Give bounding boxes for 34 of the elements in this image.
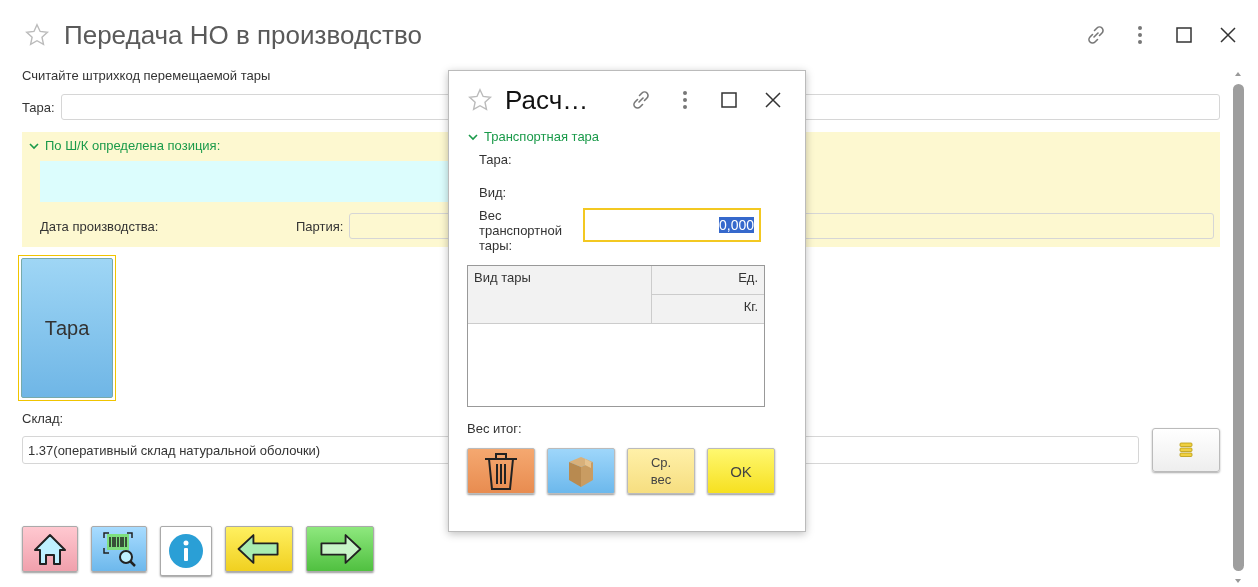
info-icon — [166, 531, 206, 571]
scrollbar-thumb[interactable] — [1232, 84, 1244, 571]
column-header[interactable]: Вид тары — [468, 266, 652, 323]
home-button[interactable] — [22, 526, 78, 572]
field-label: Склад: — [22, 411, 65, 426]
favorite-star-icon[interactable] — [467, 87, 493, 113]
box-button[interactable] — [547, 448, 615, 494]
info-button[interactable] — [160, 526, 212, 576]
ok-button[interactable]: OK — [707, 448, 775, 494]
forward-button[interactable] — [306, 526, 374, 572]
input-field[interactable]: 0,000 — [583, 208, 761, 242]
instruction-text: Считайте штрихкод перемещаемой тары — [22, 68, 272, 82]
field-label: Тара: — [479, 152, 513, 167]
window-title: Передача НО в производство — [64, 19, 423, 51]
field-label: Тара: — [22, 99, 55, 115]
tara-button[interactable]: Тара — [21, 258, 113, 398]
favorite-star-icon[interactable] — [24, 22, 50, 48]
field-label: Дата производства: — [40, 218, 160, 234]
field-label: Вес итог: — [467, 421, 523, 436]
group-title[interactable]: Транспортная тара — [484, 129, 600, 144]
average-weight-button[interactable]: Ср. вес — [627, 448, 695, 494]
scroll-up-icon[interactable] — [1234, 70, 1242, 78]
field-label: Вес транспортной тары: — [479, 208, 563, 253]
field-label: Партия: — [296, 218, 344, 234]
column-header[interactable]: Ед. — [652, 266, 764, 295]
delete-button[interactable] — [467, 448, 535, 494]
barcode-search-button[interactable] — [91, 526, 147, 572]
column-header[interactable]: Кг. — [652, 294, 764, 323]
dialog-title: Расч… — [505, 84, 590, 116]
list-icon — [1179, 442, 1193, 458]
back-button[interactable] — [225, 526, 293, 572]
scroll-down-icon[interactable] — [1234, 577, 1242, 585]
field-label: Вид: — [479, 185, 508, 200]
group-title[interactable]: По Ш/К определена позиция: — [45, 138, 221, 153]
